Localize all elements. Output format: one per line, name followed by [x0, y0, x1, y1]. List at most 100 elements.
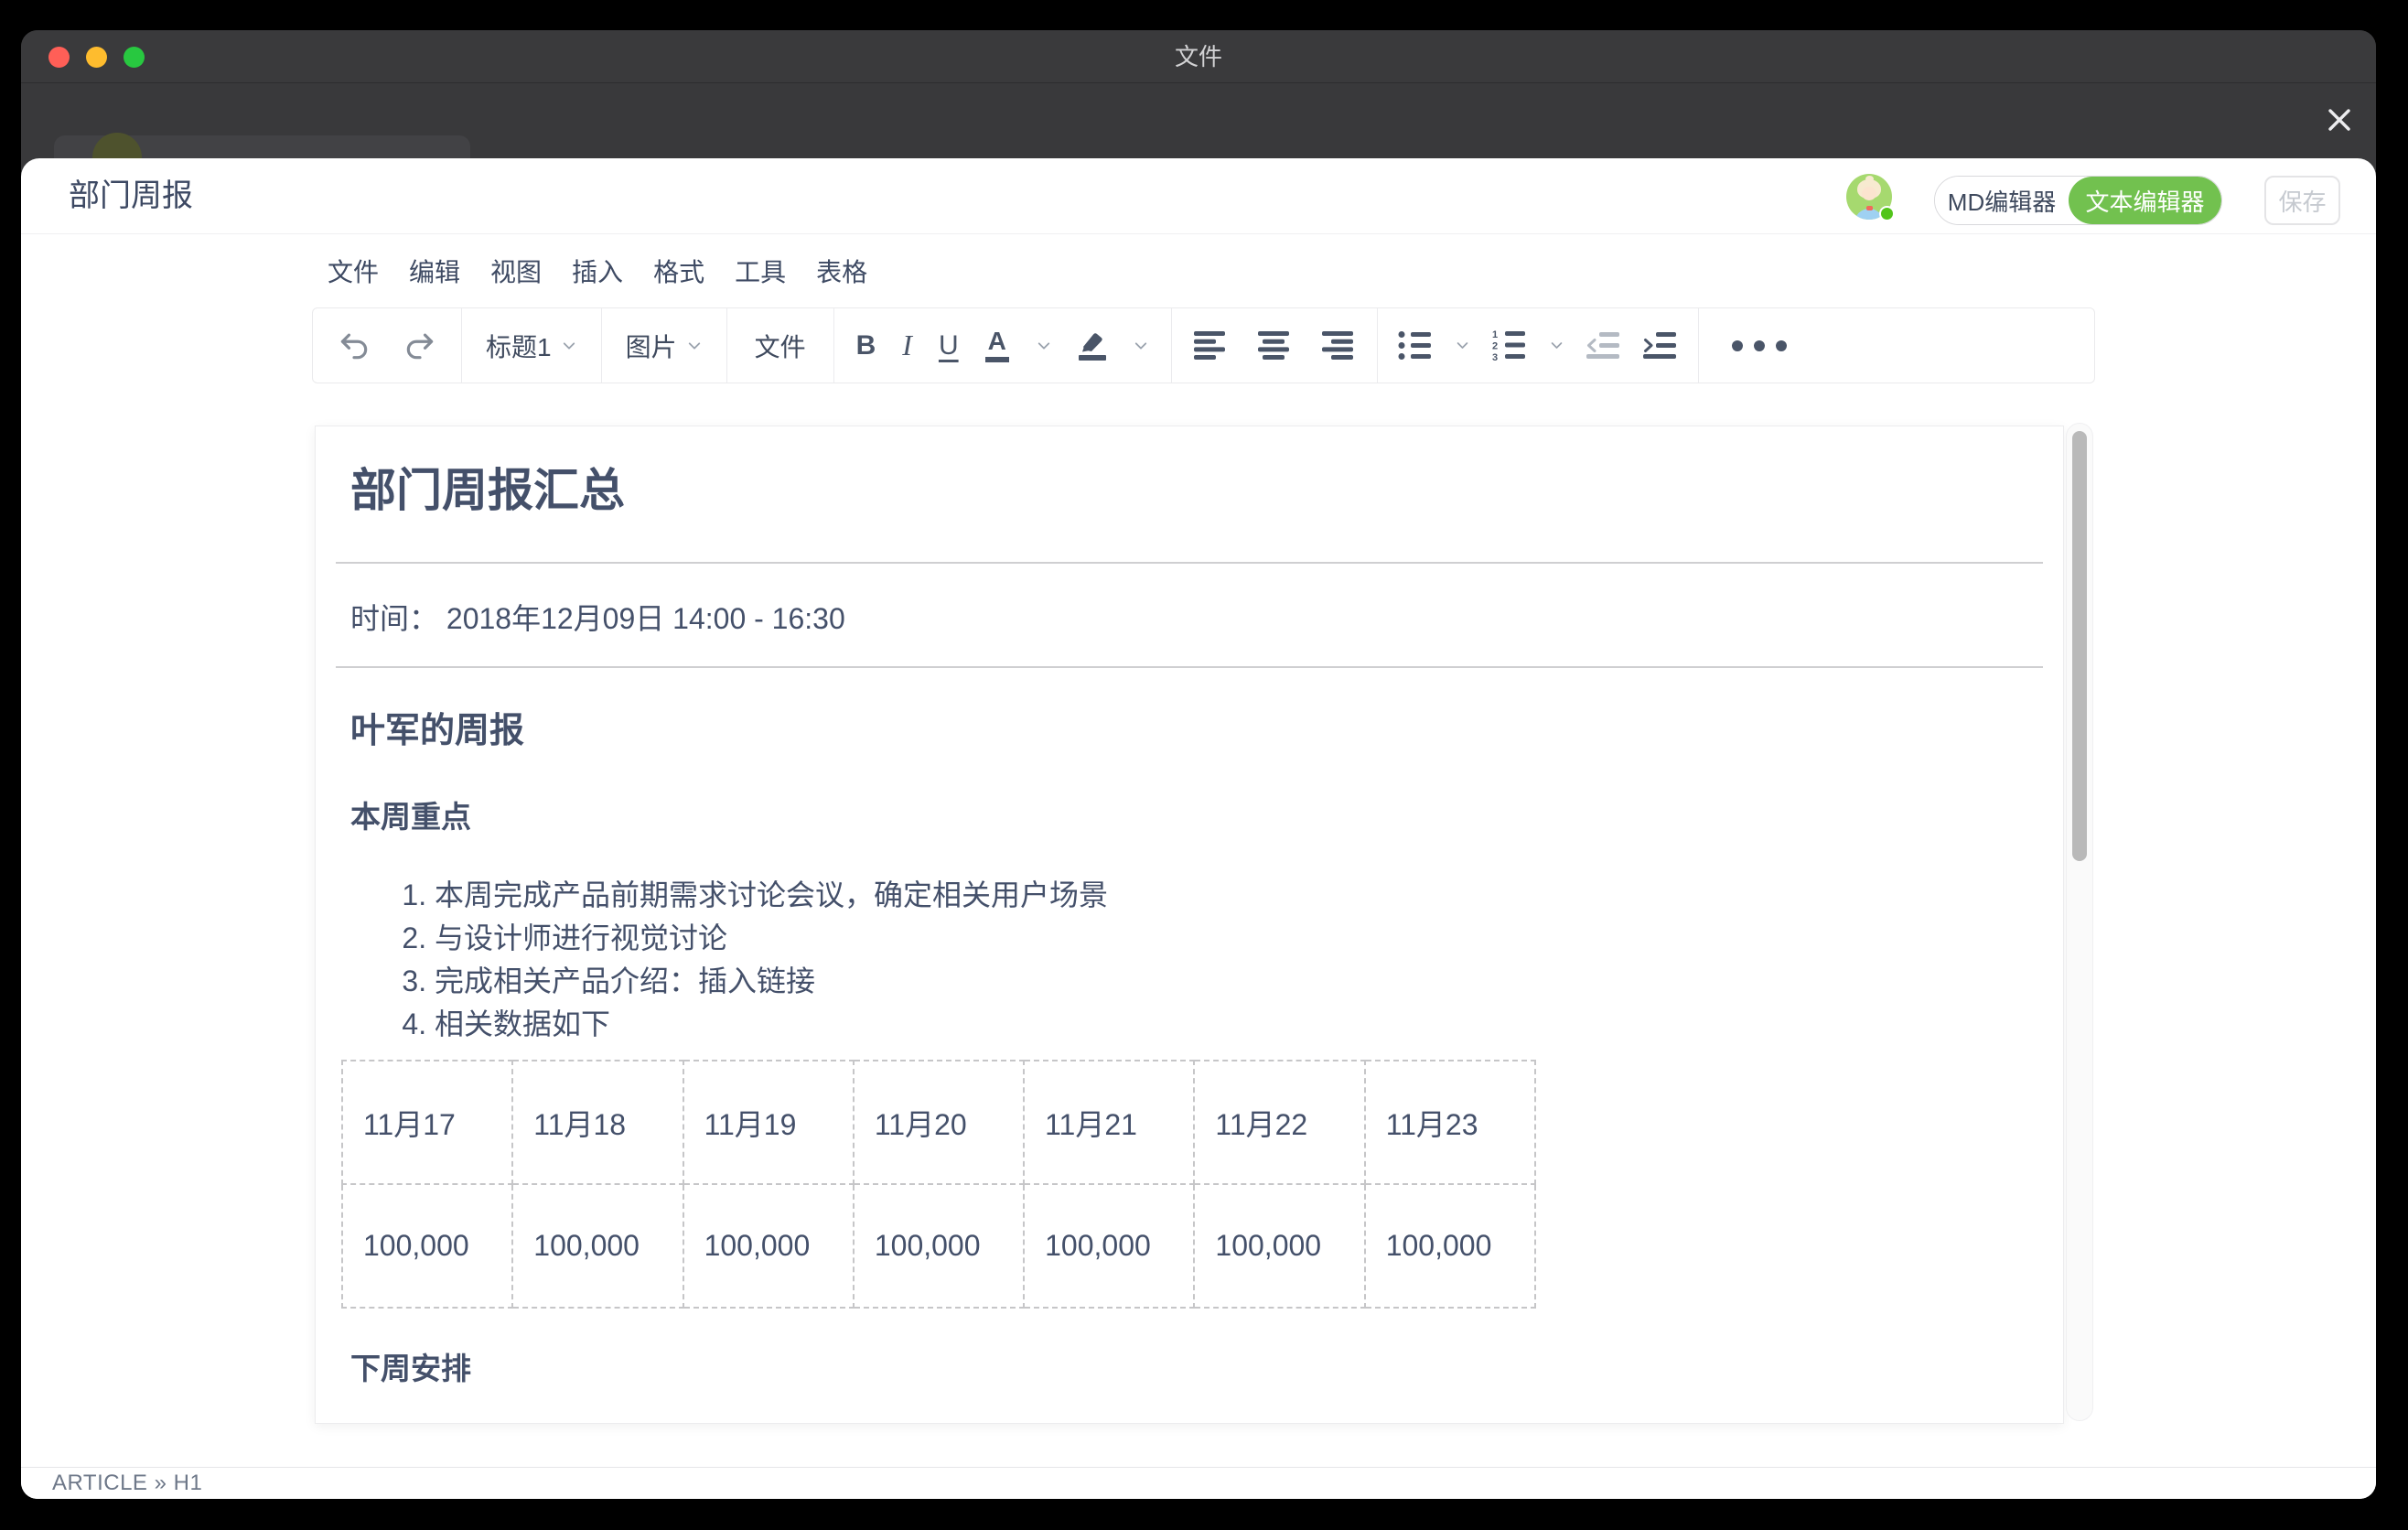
align-center-button[interactable]	[1258, 331, 1291, 360]
svg-text:3: 3	[1492, 352, 1498, 361]
heading-dropdown[interactable]: 标题1	[486, 328, 577, 364]
menu-item-table[interactable]: 表格	[816, 253, 867, 289]
menu-item-view[interactable]: 视图	[490, 253, 542, 289]
italic-button[interactable]: I	[902, 329, 912, 362]
history-group	[313, 308, 461, 382]
menu-item-insert[interactable]: 插入	[572, 253, 623, 289]
table-cell[interactable]: 11月18	[512, 1061, 683, 1184]
menubar: 文件 编辑 视图 插入 格式 工具 表格	[21, 235, 2376, 307]
close-icon[interactable]	[2325, 105, 2354, 135]
chevron-down-icon	[561, 338, 577, 354]
bullet-list-dropdown[interactable]	[1455, 338, 1470, 353]
avatar-bow	[1866, 206, 1873, 210]
highlight-dropdown[interactable]	[1133, 338, 1149, 354]
align-right-button[interactable]	[1322, 331, 1355, 360]
svg-text:1: 1	[1492, 329, 1498, 340]
table-cell[interactable]: 100,000	[683, 1184, 854, 1308]
more-options-button[interactable]	[1732, 340, 1787, 351]
bullet-list-button[interactable]	[1398, 330, 1433, 361]
scrollbar-thumb[interactable]	[2072, 431, 2087, 861]
doc-heading-h1: 部门周报汇总	[350, 463, 2028, 518]
align-group	[1172, 308, 1377, 382]
table-cell[interactable]: 11月20	[854, 1061, 1024, 1184]
menu-item-edit[interactable]: 编辑	[409, 253, 460, 289]
doc-ordered-list: 本周完成产品前期需求讨论会议，确定相关用户场景 与设计师进行视觉讨论 完成相关产…	[350, 874, 2028, 1046]
file-group: 文件	[727, 308, 833, 382]
font-color-button[interactable]: A	[985, 329, 1009, 362]
undo-button[interactable]	[337, 329, 371, 363]
table-cell[interactable]: 100,000	[1194, 1184, 1364, 1308]
ordered-list-button[interactable]: 123	[1492, 329, 1527, 361]
image-dropdown[interactable]: 图片	[626, 328, 703, 364]
screen: { "window": { "title": "文件" }, "header":…	[0, 0, 2408, 1530]
md-editor-button[interactable]: MD编辑器	[1935, 177, 2069, 224]
doc-data-table: 11月17 11月18 11月19 11月20 11月21 11月22 11月2…	[341, 1060, 1536, 1309]
more-group	[1699, 308, 2094, 382]
table-cell[interactable]: 11月17	[342, 1061, 512, 1184]
avatar-bun	[1865, 176, 1874, 182]
ellipsis-icon	[1732, 340, 1787, 351]
editor-modal: 部门周报 MD编辑器 文本编辑器 保存 文件 编辑 视图 插入 格式 工具 表格	[21, 158, 2376, 1499]
document-page[interactable]: 部门周报汇总 时间： 2018年12月09日 14:00 - 16:30 叶军的…	[315, 426, 2064, 1424]
outdent-icon	[1586, 330, 1621, 361]
list-item: 本周完成产品前期需求讨论会议，确定相关用户场景	[435, 874, 2028, 917]
bullet-list-icon	[1398, 330, 1433, 361]
doc-subheading-next: 下周安排	[350, 1352, 2028, 1385]
list-item: 完成相关产品介绍：插入链接	[435, 960, 2028, 1003]
table-cell[interactable]: 11月23	[1365, 1061, 1535, 1184]
ordered-list-dropdown[interactable]	[1549, 338, 1564, 353]
outdent-button[interactable]	[1586, 330, 1621, 361]
save-button[interactable]: 保存	[2264, 176, 2340, 225]
dimmed-background	[21, 83, 2376, 158]
text-editor-button[interactable]: 文本编辑器	[2069, 177, 2221, 224]
indent-button[interactable]	[1643, 330, 1678, 361]
bold-button[interactable]: B	[856, 330, 876, 361]
menu-item-file[interactable]: 文件	[328, 253, 379, 289]
list-item: 相关数据如下	[435, 1003, 2028, 1046]
align-center-icon	[1258, 331, 1291, 360]
chevron-down-icon	[1133, 338, 1149, 354]
align-left-button[interactable]	[1194, 331, 1227, 360]
table-cell[interactable]: 100,000	[512, 1184, 683, 1308]
redo-button[interactable]	[403, 329, 437, 363]
image-group: 图片	[602, 308, 726, 382]
ordered-list-icon: 123	[1492, 329, 1527, 361]
editor-mode-switch: MD编辑器 文本编辑器	[1934, 176, 2222, 225]
chevron-down-icon	[1036, 338, 1052, 354]
modal-header: 部门周报 MD编辑器 文本编辑器 保存	[21, 158, 2376, 234]
window-title: 文件	[21, 30, 2376, 83]
editor-content-area: 部门周报汇总 时间： 2018年12月09日 14:00 - 16:30 叶军的…	[21, 384, 2376, 1467]
format-group: B I U A	[834, 308, 1171, 382]
titlebar: 文件	[21, 30, 2376, 83]
highlight-button[interactable]	[1079, 330, 1106, 361]
horizontal-rule	[336, 562, 2043, 564]
table-cell[interactable]: 100,000	[854, 1184, 1024, 1308]
table-cell[interactable]: 100,000	[1024, 1184, 1194, 1308]
table-cell[interactable]: 100,000	[1365, 1184, 1535, 1308]
scrollbar[interactable]	[2066, 423, 2093, 1421]
table-cell[interactable]: 11月22	[1194, 1061, 1364, 1184]
avatar-face	[1862, 187, 1876, 200]
chevron-down-icon	[1549, 338, 1564, 353]
online-status-dot	[1879, 206, 1895, 221]
horizontal-rule	[336, 666, 2043, 668]
heading-group: 标题1	[462, 308, 601, 382]
list-item: 与设计师进行视觉讨论	[435, 917, 2028, 960]
table-cell[interactable]: 100,000	[342, 1184, 512, 1308]
table-cell[interactable]: 11月21	[1024, 1061, 1194, 1184]
menu-item-format[interactable]: 格式	[653, 253, 704, 289]
undo-icon	[337, 329, 371, 363]
doc-heading-h2: 叶军的周报	[350, 712, 2028, 750]
insert-file-button[interactable]: 文件	[755, 328, 806, 364]
menu-item-tools[interactable]: 工具	[735, 253, 786, 289]
table-row: 11月17 11月18 11月19 11月20 11月21 11月22 11月2…	[342, 1061, 1535, 1184]
selection-path: ARTICLE » H1	[52, 1468, 2376, 1498]
document-title: 部门周报	[69, 158, 193, 234]
highlight-pen-icon	[1079, 330, 1106, 361]
doc-subheading-week: 本周重点	[350, 801, 2028, 834]
underline-button[interactable]: U	[939, 330, 959, 361]
doc-time-line: 时间： 2018年12月09日 14:00 - 16:30	[350, 602, 2028, 635]
table-cell[interactable]: 11月19	[683, 1061, 854, 1184]
font-color-dropdown[interactable]	[1036, 338, 1052, 354]
list-group: 123	[1378, 308, 1698, 382]
